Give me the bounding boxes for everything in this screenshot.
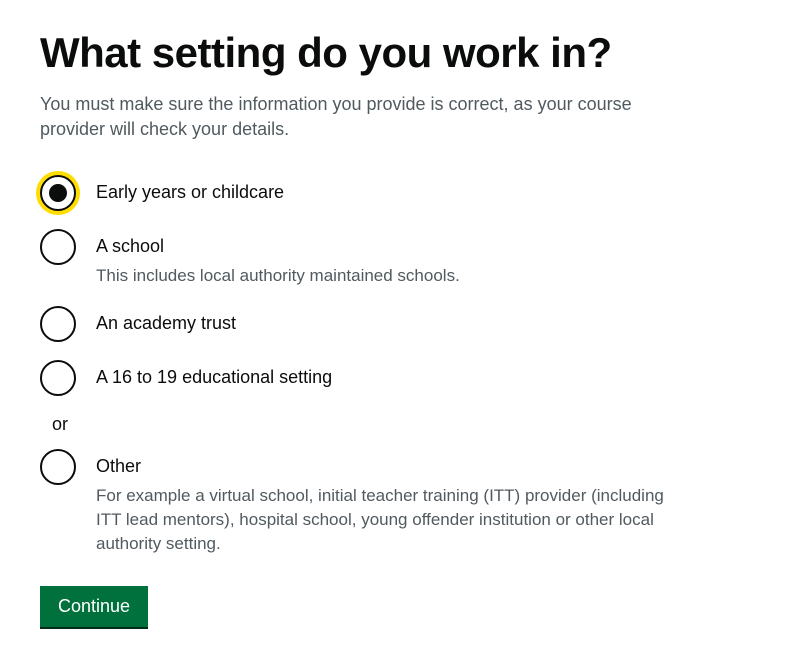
continue-button[interactable]: Continue	[40, 586, 148, 627]
radio-item-early-years: Early years or childcare	[40, 175, 759, 211]
setting-radio-group: Early years or childcare A school This i…	[40, 175, 759, 556]
radio-item-16to19: A 16 to 19 educational setting	[40, 360, 759, 396]
radio-academy[interactable]	[40, 306, 76, 342]
radio-item-school: A school This includes local authority m…	[40, 229, 759, 288]
radio-hint-other: For example a virtual school, initial te…	[96, 484, 676, 555]
radio-divider: or	[52, 414, 759, 435]
page-heading: What setting do you work in?	[40, 30, 759, 76]
radio-hint-school: This includes local authority maintained…	[96, 264, 676, 288]
radio-item-other: Other For example a virtual school, init…	[40, 449, 759, 556]
radio-other[interactable]	[40, 449, 76, 485]
radio-label-early-years[interactable]: Early years or childcare	[96, 181, 759, 204]
radio-early-years[interactable]	[40, 175, 76, 211]
radio-label-other[interactable]: Other	[96, 455, 759, 478]
radio-school[interactable]	[40, 229, 76, 265]
radio-item-academy: An academy trust	[40, 306, 759, 342]
radio-label-school[interactable]: A school	[96, 235, 759, 258]
radio-label-16to19[interactable]: A 16 to 19 educational setting	[96, 366, 759, 389]
radio-label-academy[interactable]: An academy trust	[96, 312, 759, 335]
radio-16to19[interactable]	[40, 360, 76, 396]
page-description: You must make sure the information you p…	[40, 92, 680, 142]
